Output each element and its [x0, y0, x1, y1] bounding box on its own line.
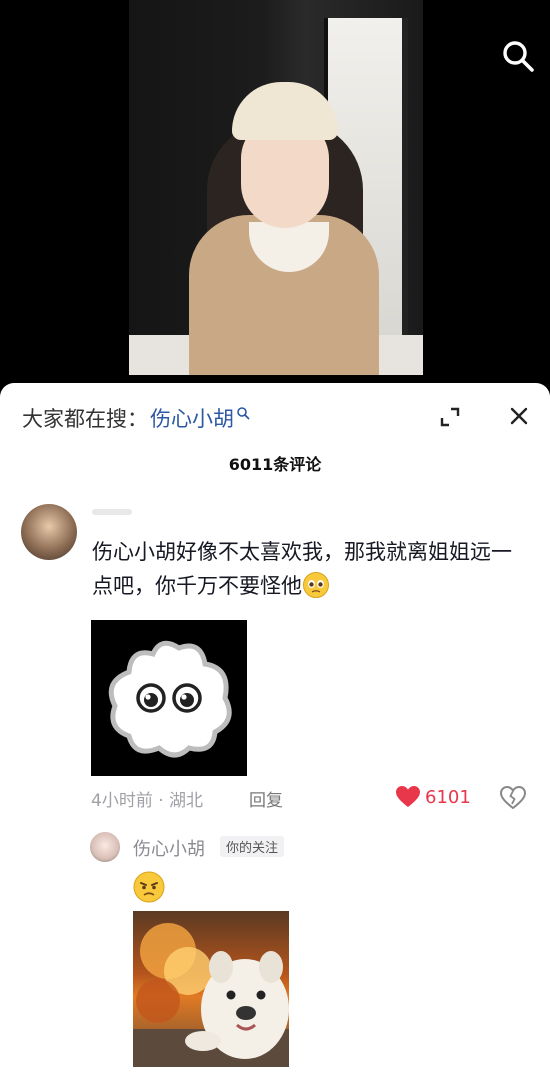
- reply-sticker-image[interactable]: [133, 911, 289, 1067]
- video-frame: [129, 0, 423, 375]
- comment-sticker-image[interactable]: [91, 620, 247, 776]
- like-button[interactable]: 6101: [395, 785, 471, 809]
- heart-icon: [396, 786, 420, 807]
- reply-avatar[interactable]: [90, 832, 120, 862]
- reply-username[interactable]: 伤心小胡: [133, 835, 205, 861]
- video-player[interactable]: [0, 0, 550, 383]
- close-icon[interactable]: [506, 403, 532, 429]
- annoyed-face-emoji-icon: [133, 871, 165, 903]
- following-badge: 你的关注: [220, 836, 285, 857]
- search-icon: [237, 407, 250, 420]
- pleading-face-emoji-icon: [303, 572, 329, 598]
- search-icon: [503, 41, 534, 72]
- cloud-face-sticker-icon: [108, 640, 232, 758]
- comment-meta: 4小时前 · 湖北: [91, 791, 204, 811]
- expand-icon[interactable]: [438, 405, 462, 429]
- like-count: 6101: [425, 786, 471, 808]
- avatar[interactable]: [21, 504, 77, 560]
- dog-explosion-sticker-icon: [133, 923, 289, 1067]
- comment-count-title: 6011条评论: [228, 455, 322, 474]
- video-person-cap: [232, 82, 338, 140]
- broken-heart-icon[interactable]: [500, 786, 526, 810]
- search-suggestion-prefix: 大家都在搜：: [22, 407, 148, 431]
- comment-text: 伤心小胡好像不太喜欢我，那我就离姐姐远一点吧，你千万不要怪他: [92, 535, 532, 603]
- search-button[interactable]: [498, 36, 538, 76]
- reply-button[interactable]: 回复: [249, 786, 283, 811]
- search-suggestion-term[interactable]: 伤心小胡: [150, 403, 234, 433]
- comment-username-placeholder[interactable]: [92, 509, 132, 515]
- comment-sheet: 大家都在搜： 伤心小胡 6011条评论 伤心小胡好像不太喜欢我，那我就离姐姐远一…: [0, 383, 550, 1080]
- search-suggestion[interactable]: 大家都在搜： 伤心小胡: [22, 403, 250, 433]
